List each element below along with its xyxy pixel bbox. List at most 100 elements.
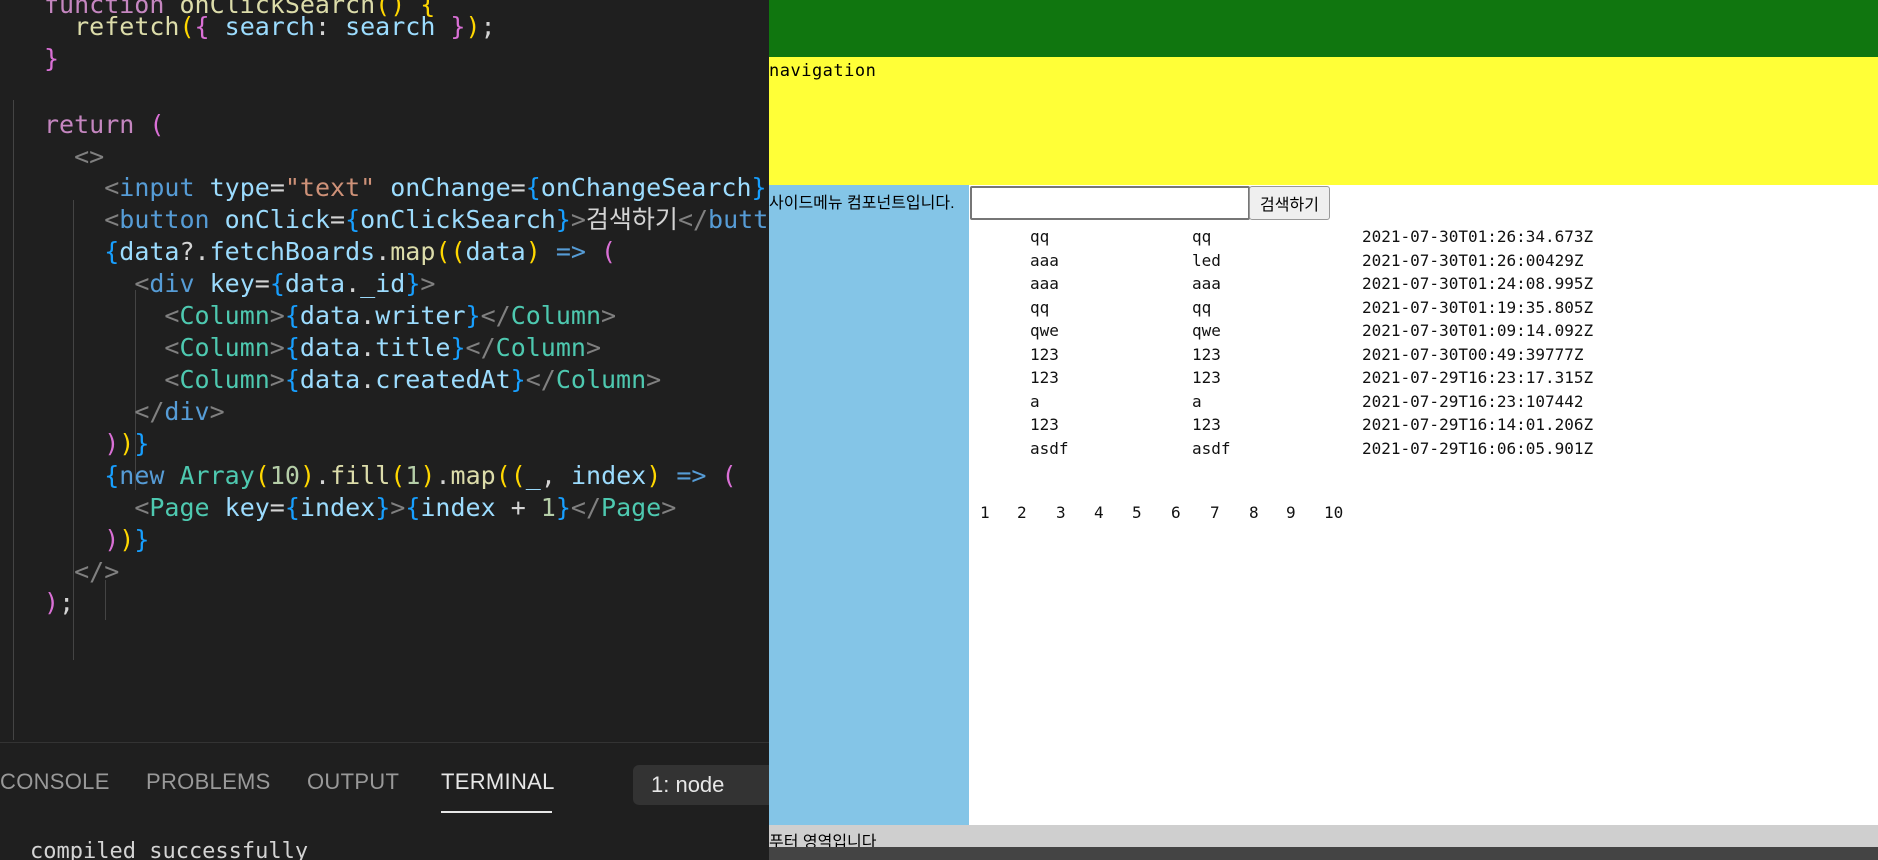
code-token: => [676,461,707,490]
page-link[interactable]: 5 [1132,503,1142,522]
tab-terminal[interactable]: TERMINAL [441,769,555,795]
tab-console[interactable]: CONSOLE [0,769,110,795]
code-token: . [360,301,376,330]
code-token: => [555,237,586,266]
code-token: Column [510,301,601,330]
code-token: . [360,333,376,362]
code-token: </ [480,301,511,330]
page-link[interactable]: 7 [1210,503,1220,522]
column-writer: 123 [1030,344,1059,364]
column-created-at: 2021-07-30T01:26:00429Z [1362,250,1584,270]
code-token: return [44,110,150,139]
terminal-output: compiled successfully [30,839,309,860]
code-token: ) [420,461,436,490]
code-token: title [375,333,451,362]
page-link[interactable]: 4 [1094,503,1104,522]
code-token: ( [585,237,617,266]
code-token: fill [330,461,391,490]
code-token: ) [465,12,481,41]
terminal-select[interactable]: 1: node [633,765,783,805]
code-token: index [420,493,496,522]
code-token: ) [44,588,60,617]
sidemenu-label: 사이드메뉴 컴포넌트입니다. [769,195,955,212]
column-created-at: 2021-07-30T00:49:39777Z [1362,344,1584,364]
page-link[interactable]: 3 [1056,503,1066,522]
tab-problems[interactable]: PROBLEMS [146,769,271,795]
search-input[interactable] [970,186,1250,220]
code-token: < [134,493,150,522]
code-editor[interactable]: function onClickSearch() { refetch({ sea… [0,0,769,742]
code-token: </> [74,557,120,586]
page-link[interactable]: 1 [980,503,990,522]
code-token: </ [525,365,556,394]
code-token: . [375,237,391,266]
code-token: > [269,365,285,394]
code-token: ?. [179,237,210,266]
code-token: ) [104,525,120,554]
column-title: 123 [1192,368,1221,387]
code-token: ) [119,429,135,458]
code-token: refetch [74,12,180,41]
code-token: = [510,173,526,202]
code-token: { [194,12,225,41]
code-line: refetch({ search: search }); [44,8,496,46]
code-token: 10 [269,461,300,490]
code-token: Page [601,493,662,522]
tab-output[interactable]: OUTPUT [307,769,399,795]
code-token: </ [677,205,709,234]
code-token: } [465,301,481,330]
code-token: onChange [375,173,511,202]
code-token: < [164,301,180,330]
code-token: { [284,301,300,330]
code-token: ( [179,12,195,41]
code-line: } [44,40,59,78]
code-token: </ [465,333,496,362]
code-token: } [375,493,391,522]
column-writer: qq [1030,227,1050,246]
indent-guide [13,100,14,740]
code-token: ) [119,525,135,554]
column-title: 123 [1192,415,1221,434]
code-token: { [284,333,300,362]
code-token: type [209,173,270,202]
code-token: map [390,237,436,266]
code-token: > [269,301,285,330]
search-button[interactable]: 검색하기 [1249,186,1330,220]
code-token: < [134,269,150,298]
code-token: data [284,269,346,298]
page-link[interactable]: 10 [1324,503,1343,522]
column-writer: aaa [1030,250,1059,270]
page-link[interactable]: 9 [1286,503,1296,522]
code-token: } [405,269,421,298]
page-link[interactable]: 6 [1171,503,1181,522]
code-token: = [269,173,285,202]
code-token: > [570,205,586,234]
code-token: </ [134,397,165,426]
browser-viewport: navigation 사이드메뉴 컴포넌트입니다. 검색하기 qq qq 2021-… [769,0,1878,860]
column-writer: 123 [1030,415,1059,434]
code-token: > [661,493,677,522]
code-token: <> [74,142,105,171]
page-link[interactable]: 8 [1249,503,1259,522]
window-bottom-bar [769,847,1878,860]
active-tab-indicator [441,811,552,813]
code-token: . [360,365,376,394]
code-token: 1 [540,493,556,522]
code-token: _id [360,269,406,298]
column-writer: 123 [1030,368,1059,387]
code-token: key [224,493,270,522]
code-token: } [450,333,466,362]
code-token: < [104,205,120,234]
code-token: ( [706,461,737,490]
code-token: data [299,301,361,330]
page-link[interactable]: 2 [1017,503,1027,522]
code-token: </ [570,493,602,522]
bottom-panel: CONSOLE PROBLEMS OUTPUT TERMINAL 1: node… [0,742,783,860]
column-created-at: 2021-07-29T16:23:17.315Z [1362,368,1594,387]
